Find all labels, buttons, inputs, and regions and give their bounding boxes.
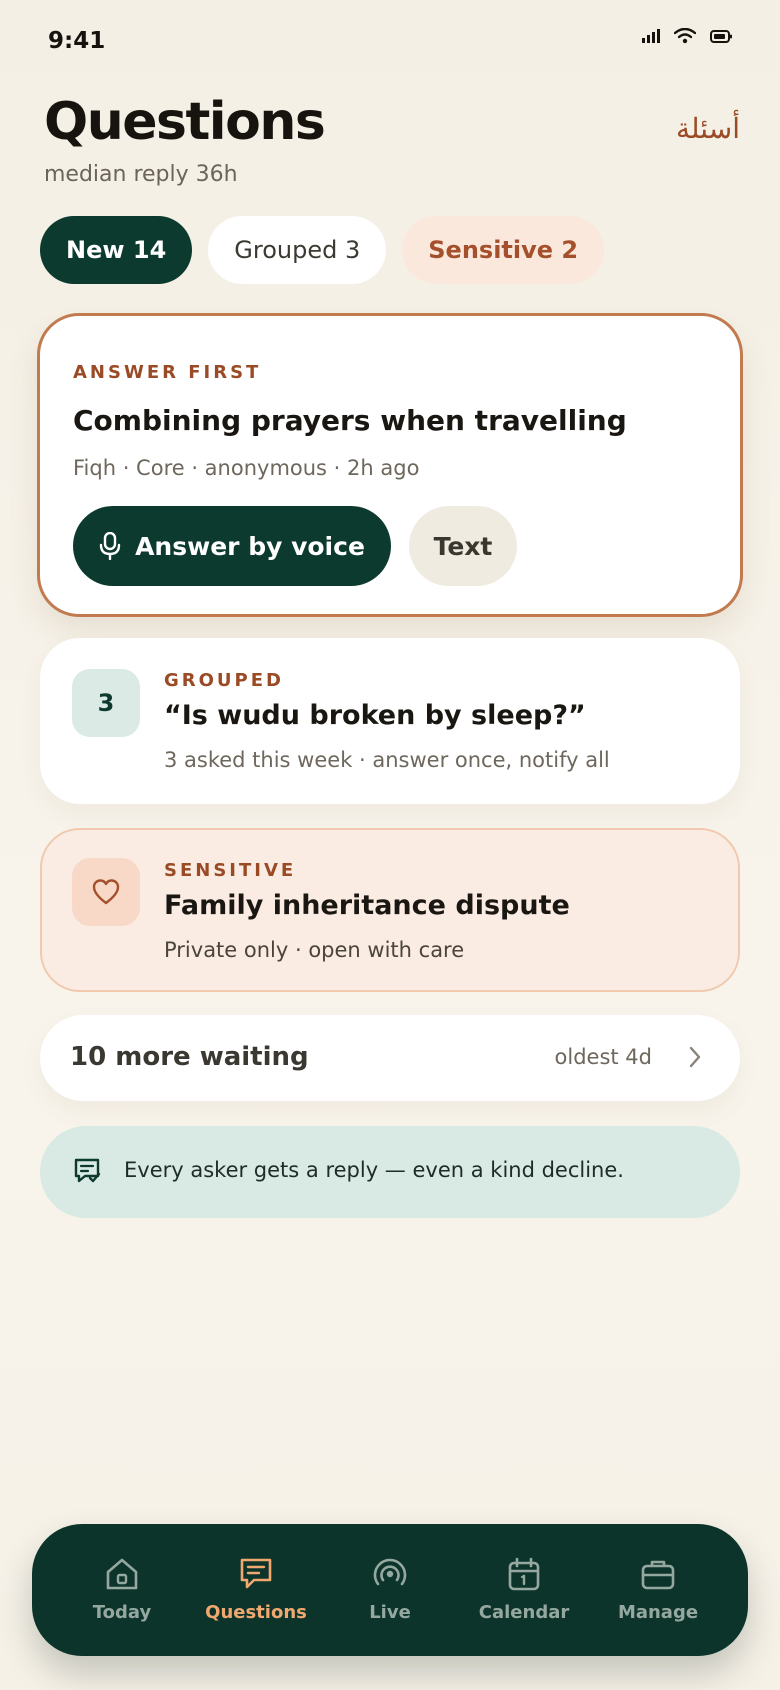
tab-today-label: Today (92, 1602, 152, 1623)
filter-chip-new[interactable]: New 14 (40, 216, 193, 284)
sensitive-question-meta: Private only · open with care (164, 938, 465, 962)
sensitive-question-card[interactable]: SENSITIVE Family inheritance dispute Pri… (40, 828, 740, 992)
bottom-tab-bar: Today Questions Live Calendar Manage (32, 1524, 748, 1656)
status-bar: 9:41 (0, 0, 780, 80)
sensitive-question-title: Family inheritance dispute (164, 890, 570, 921)
heart-badge (72, 858, 140, 926)
page-header: Questions median reply 36h أسئلة (44, 92, 740, 187)
chevron-right-icon (689, 1046, 701, 1068)
question-title: Combining prayers when travelling (73, 404, 627, 437)
filter-chip-grouped[interactable]: Grouped 3 (208, 216, 387, 284)
tab-manage[interactable]: Manage (588, 1556, 728, 1623)
tab-live[interactable]: Live (320, 1556, 460, 1623)
signal-icon (642, 29, 660, 43)
tab-questions[interactable]: Questions (186, 1556, 326, 1623)
chat-check-icon (74, 1158, 101, 1183)
sensitive-label: SENSITIVE (164, 860, 297, 881)
arabic-title: أسئلة (676, 112, 740, 145)
filter-chip-sensitive[interactable]: Sensitive 2 (402, 216, 605, 284)
tab-today[interactable]: Today (52, 1556, 192, 1623)
tab-calendar-label: Calendar (478, 1602, 570, 1623)
message-icon (240, 1558, 272, 1589)
filter-chips: New 14 Grouped 3 Sensitive 2 (40, 216, 605, 284)
status-icons (642, 28, 732, 44)
answer-by-voice-button[interactable]: Answer by voice (73, 506, 391, 586)
answer-first-label: ANSWER FIRST (73, 362, 262, 383)
tab-manage-label: Manage (617, 1602, 699, 1623)
grouped-question-meta: 3 asked this week · answer once, notify … (164, 748, 610, 772)
median-reply-subtitle: median reply 36h (44, 162, 238, 187)
reply-promise-banner: Every asker gets a reply — even a kind d… (40, 1126, 740, 1218)
briefcase-icon (641, 1560, 675, 1590)
featured-question-card[interactable]: ANSWER FIRST Combining prayers when trav… (37, 313, 743, 617)
tab-live-label: Live (369, 1602, 411, 1623)
broadcast-icon (373, 1558, 407, 1586)
grouped-label: GROUPED (164, 670, 284, 691)
calendar-icon (508, 1557, 540, 1591)
heart-icon (92, 879, 120, 905)
oldest-age-label: oldest 4d (554, 1045, 652, 1069)
grouped-question-card[interactable]: 3 GROUPED “Is wudu broken by sleep?” 3 a… (40, 638, 740, 804)
tab-questions-label: Questions (205, 1602, 307, 1623)
question-meta: Fiqh · Core · anonymous · 2h ago (73, 456, 420, 480)
wifi-icon (674, 28, 696, 44)
group-count-badge: 3 (72, 669, 140, 737)
answer-by-voice-label: Answer by voice (135, 531, 365, 561)
home-icon (106, 1558, 138, 1590)
more-waiting-row[interactable]: 10 more waiting oldest 4d (40, 1015, 740, 1101)
battery-icon (710, 29, 732, 43)
tab-calendar[interactable]: Calendar (454, 1556, 594, 1623)
status-time: 9:41 (48, 28, 106, 54)
answer-by-text-button[interactable]: Text (409, 506, 517, 586)
page-title: Questions (44, 92, 326, 152)
reply-promise-text: Every asker gets a reply — even a kind d… (124, 1158, 624, 1182)
grouped-question-title: “Is wudu broken by sleep?” (164, 700, 586, 731)
microphone-icon (99, 532, 121, 560)
more-waiting-label: 10 more waiting (70, 1042, 309, 1072)
